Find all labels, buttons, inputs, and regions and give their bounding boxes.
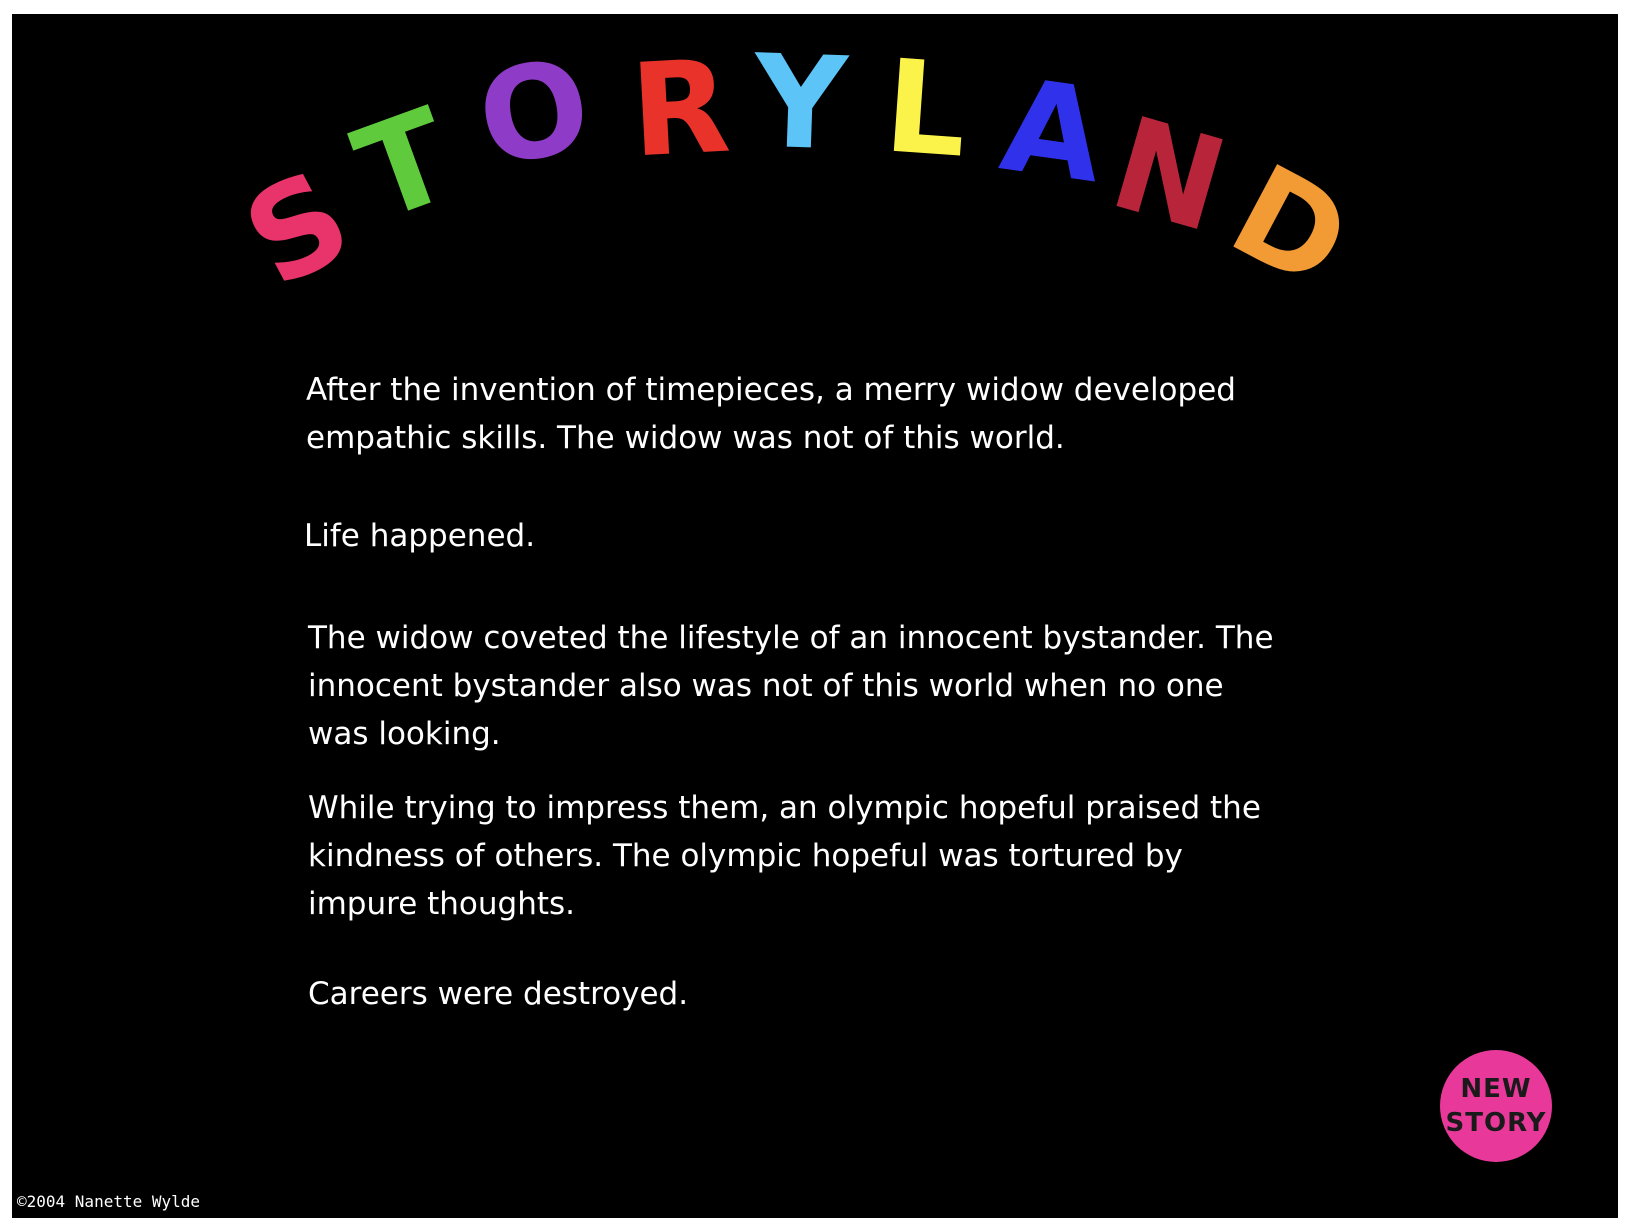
story-stage: STORYLAND After the invention of timepie… (12, 14, 1618, 1218)
title-letter-t: T (337, 80, 471, 251)
story-paragraph-3: The widow coveted the lifestyle of an in… (308, 620, 1274, 752)
title-letter-n: N (1096, 89, 1241, 262)
new-story-label-line-1: NEW (1460, 1074, 1532, 1104)
story-paragraph-2: Life happened. (304, 518, 536, 554)
title-letter-l: L (879, 32, 972, 187)
title-letter-o: O (467, 30, 601, 197)
title-letter-a: A (992, 50, 1112, 213)
story-paragraph-5: Careers were destroyed. (308, 976, 689, 1012)
copyright-notice: ©2004 Nanette Wylde (17, 1192, 201, 1211)
story-paragraph-1: After the invention of timepieces, a mer… (306, 372, 1236, 456)
title-letter-y: Y (750, 27, 849, 180)
story-paragraph-4: While trying to impress them, an olympic… (308, 790, 1261, 922)
title-letter-r: R (626, 32, 733, 187)
title-letter-s: S (222, 142, 374, 317)
title-letter-d: D (1208, 136, 1373, 319)
new-story-button[interactable]: NEW STORY (1440, 1050, 1552, 1162)
storyland-title: STORYLAND (12, 14, 1618, 334)
new-story-label-line-2: STORY (1445, 1108, 1547, 1138)
